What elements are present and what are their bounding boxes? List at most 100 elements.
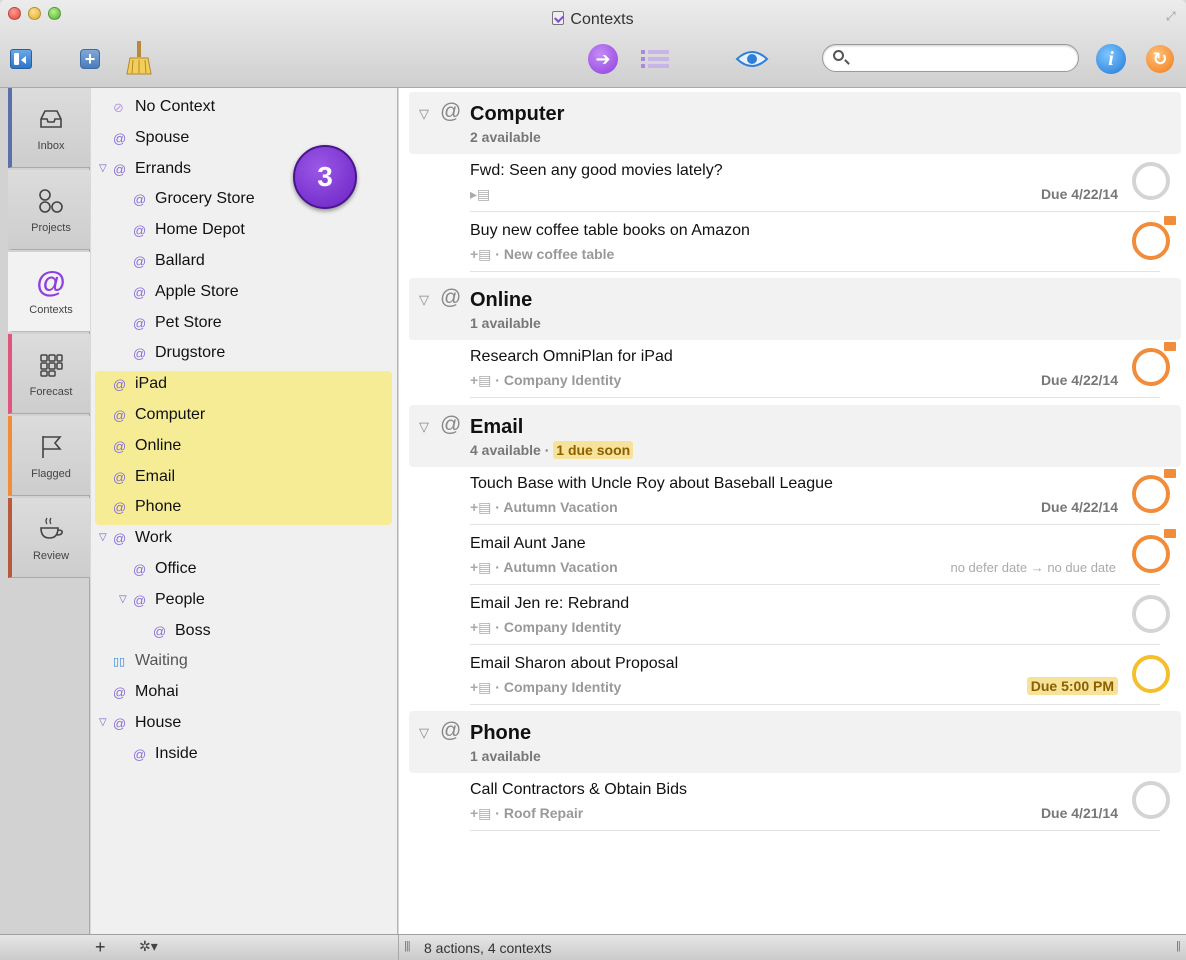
perspective-label: Flagged bbox=[31, 467, 71, 480]
perspective-contexts[interactable]: @ Contexts bbox=[8, 252, 90, 332]
action-row[interactable]: Email Aunt Jane +▤ · Autumn Vacation no de… bbox=[470, 525, 1176, 585]
status-checkbox[interactable] bbox=[1132, 535, 1170, 573]
note-icon[interactable]: +▤ bbox=[470, 246, 491, 262]
flag-marker-icon[interactable] bbox=[1164, 342, 1176, 351]
note-icon[interactable]: +▤ bbox=[470, 619, 491, 635]
action-row[interactable]: Email Jen re: Rebrand +▤ · Company Identi… bbox=[470, 585, 1170, 645]
perspective-projects[interactable]: Projects bbox=[8, 170, 90, 250]
action-title: Email Jen re: Rebrand bbox=[470, 595, 630, 612]
status-checkbox[interactable] bbox=[1132, 475, 1170, 513]
disclosure-triangle-icon[interactable]: ▽ bbox=[119, 594, 127, 605]
disclosure-triangle-icon[interactable]: ▽ bbox=[419, 292, 429, 308]
inspector-info-button[interactable]: i bbox=[1096, 44, 1126, 74]
note-icon[interactable]: +▤ bbox=[470, 805, 491, 821]
due-date: Due 4/22/14 bbox=[1040, 372, 1118, 388]
action-meta: ▸▤ bbox=[470, 186, 490, 203]
context-row[interactable]: @ Mohai bbox=[91, 678, 398, 708]
disclosure-triangle-icon[interactable]: ▽ bbox=[419, 725, 429, 741]
perspective-label: Projects bbox=[31, 221, 71, 234]
gear-menu-icon[interactable]: ✲▾ bbox=[139, 938, 158, 955]
flag-marker-icon[interactable] bbox=[1164, 529, 1176, 538]
defer-due-editor[interactable]: no defer date → no due date bbox=[950, 560, 1116, 575]
status-checkbox[interactable] bbox=[1132, 595, 1170, 633]
action-row[interactable]: Touch Base with Uncle Roy about Baseball… bbox=[470, 465, 1176, 525]
context-row[interactable]: @ Phone bbox=[91, 493, 398, 523]
perspective-label: Inbox bbox=[37, 139, 65, 152]
perspective-flagged[interactable]: Flagged bbox=[8, 416, 90, 496]
action-row[interactable]: Buy new coffee table books on Amazon +▤ ·… bbox=[470, 212, 1176, 272]
view-visibility-button[interactable] bbox=[735, 47, 769, 71]
pane-divider[interactable] bbox=[398, 935, 399, 960]
context-row[interactable]: @ Boss bbox=[91, 617, 398, 647]
context-row[interactable]: @ Online bbox=[91, 432, 398, 462]
context-group-header[interactable]: ▽ @ Computer 2 available bbox=[409, 92, 1181, 154]
action-row[interactable]: Fwd: Seen any good movies lately? ▸▤ Due 4… bbox=[470, 152, 1170, 212]
context-row[interactable]: ▽ @ People bbox=[91, 586, 398, 616]
flag-marker-icon[interactable] bbox=[1164, 216, 1176, 225]
disclosure-triangle-icon[interactable]: ▽ bbox=[419, 106, 429, 122]
action-row[interactable]: Email Sharon about Proposal +▤ · Company … bbox=[470, 645, 1170, 705]
disclosure-triangle-icon[interactable]: ▽ bbox=[419, 419, 429, 435]
projects-icon bbox=[36, 186, 66, 216]
perspective-forecast[interactable]: Forecast bbox=[8, 334, 90, 414]
disclosure-triangle-icon[interactable]: ▽ bbox=[99, 532, 107, 543]
context-group-header[interactable]: ▽ @ Online 1 available bbox=[409, 278, 1181, 340]
context-row[interactable]: @ Pet Store bbox=[91, 309, 398, 339]
context-label: Inside bbox=[155, 744, 198, 762]
note-icon[interactable]: +▤ bbox=[470, 499, 491, 515]
note-icon[interactable]: +▤ bbox=[470, 559, 491, 575]
new-action-button[interactable]: + bbox=[80, 49, 100, 69]
flag-marker-icon[interactable] bbox=[1164, 469, 1176, 478]
context-row[interactable]: @ Spouse bbox=[91, 124, 398, 154]
status-checkbox[interactable] bbox=[1132, 781, 1170, 819]
action-row[interactable]: Call Contractors & Obtain Bids +▤ · Roof … bbox=[470, 771, 1170, 831]
context-label: Apple Store bbox=[155, 282, 239, 300]
status-checkbox[interactable] bbox=[1132, 348, 1170, 386]
perspective-inbox[interactable]: Inbox bbox=[8, 88, 90, 168]
context-row[interactable]: @ Computer bbox=[91, 401, 398, 431]
resize-grip-icon[interactable]: || bbox=[1176, 940, 1181, 952]
context-row[interactable]: ▽ @ House bbox=[91, 709, 398, 739]
search-input[interactable] bbox=[853, 49, 1071, 67]
context-row[interactable]: @ Office bbox=[91, 555, 398, 585]
at-icon: @ bbox=[113, 469, 127, 485]
resize-grip-icon[interactable]: ||| bbox=[404, 940, 411, 952]
context-row[interactable]: @ Inside bbox=[91, 740, 398, 770]
context-group-header[interactable]: ▽ @ Phone 1 available bbox=[409, 711, 1181, 773]
context-row[interactable]: ⊘ No Context bbox=[91, 93, 398, 123]
context-row[interactable]: @ Drugstore bbox=[91, 339, 398, 369]
fullscreen-icon[interactable]: ⤢ bbox=[1166, 10, 1178, 22]
context-row[interactable]: ▯▯ Waiting bbox=[91, 647, 398, 677]
context-row[interactable]: @ Apple Store bbox=[91, 278, 398, 308]
context-group-header[interactable]: ▽ @ Email 4 available · 1 due soon bbox=[409, 405, 1181, 467]
group-title: Email bbox=[470, 416, 524, 438]
focus-button[interactable]: ➔ bbox=[588, 44, 618, 74]
clean-up-broom-button[interactable] bbox=[124, 40, 154, 76]
context-label: Errands bbox=[135, 159, 192, 177]
perspective-review[interactable]: Review bbox=[8, 498, 90, 578]
status-checkbox[interactable] bbox=[1132, 222, 1170, 260]
status-checkbox[interactable] bbox=[1132, 655, 1170, 693]
context-row[interactable]: @ Ballard bbox=[91, 247, 398, 277]
disclosure-triangle-icon[interactable]: ▽ bbox=[99, 163, 107, 174]
context-row[interactable]: @ Email bbox=[91, 463, 398, 493]
context-row[interactable]: @ Home Depot bbox=[91, 216, 398, 246]
sidebar-toggle-button[interactable] bbox=[10, 49, 32, 69]
at-icon: @ bbox=[440, 719, 462, 742]
note-icon[interactable]: +▤ bbox=[470, 372, 491, 388]
context-label: No Context bbox=[135, 98, 216, 115]
note-icon[interactable]: +▤ bbox=[470, 679, 491, 695]
action-row[interactable]: Research OmniPlan for iPad +▤ · Company I… bbox=[470, 338, 1176, 398]
note-icon[interactable]: ▸▤ bbox=[470, 186, 490, 202]
view-options-button[interactable] bbox=[638, 48, 672, 70]
due-date: Due 4/22/14 bbox=[1040, 499, 1118, 515]
context-row[interactable]: ▽ @ Work bbox=[91, 524, 398, 554]
status-checkbox[interactable] bbox=[1132, 162, 1170, 200]
context-row[interactable]: @ iPad bbox=[91, 370, 398, 400]
search-field[interactable] bbox=[822, 44, 1079, 72]
add-context-button[interactable]: + bbox=[95, 937, 106, 958]
at-icon: @ bbox=[113, 161, 127, 177]
sync-button[interactable]: ↻ bbox=[1146, 45, 1174, 73]
context-label: Waiting bbox=[135, 652, 188, 670]
disclosure-triangle-icon[interactable]: ▽ bbox=[99, 717, 107, 728]
